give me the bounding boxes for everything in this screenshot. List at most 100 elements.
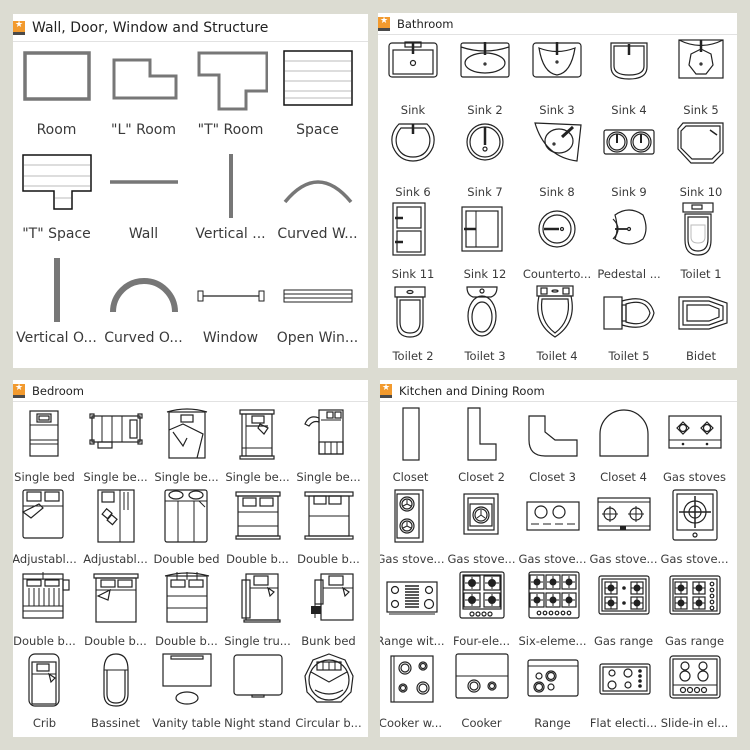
shape-item-flat-electric-range[interactable]: Flat electi... (588, 652, 659, 730)
shape-item-slide-in-electric-range[interactable]: Slide-in el... (659, 652, 730, 730)
shape-label: Single be... (296, 470, 361, 484)
shape-item-open-window[interactable]: Open Win... (274, 256, 361, 346)
shape-item-t-space[interactable]: "T" Space (13, 152, 100, 242)
shape-item-single-trundle-bed[interactable]: Single tru... (222, 570, 293, 648)
shape-label: Adjustabl... (83, 552, 148, 566)
shape-item-bassinet[interactable]: Bassinet (80, 652, 151, 730)
shape-item-sink-2[interactable]: Sink 2 (449, 37, 521, 117)
shape-item-double-bed[interactable]: Double bed (151, 488, 222, 566)
panel-header[interactable]: ★ Bedroom (13, 380, 368, 402)
shape-item-closet-4[interactable]: Closet 4 (588, 406, 659, 484)
shape-item-double-bed-6[interactable]: Double b... (151, 570, 222, 648)
shape-item-sink-12[interactable]: Sink 12 (449, 201, 521, 281)
sink-9-icon (603, 129, 655, 155)
shape-item-toilet-2[interactable]: Toilet 2 (378, 283, 449, 363)
countertop-sink-icon (538, 210, 576, 248)
shape-item-vertical-wall[interactable]: Vertical ... (187, 152, 274, 242)
shape-item-six-element-range[interactable]: Six-eleme... (517, 570, 588, 648)
shape-label: Single tru... (224, 634, 291, 648)
shape-item-gas-range[interactable]: Gas range (588, 570, 659, 648)
shape-item-toilet-1[interactable]: Toilet 1 (665, 201, 737, 281)
cooker-icon (454, 653, 509, 699)
shape-item-sink-5[interactable]: Sink 5 (665, 37, 737, 117)
shape-item-gas-stoves[interactable]: Gas stoves (659, 406, 730, 484)
shape-item-sink-11[interactable]: Sink 11 (378, 201, 449, 281)
closet-2-icon (466, 407, 497, 461)
shape-item-space[interactable]: Space (274, 48, 361, 138)
shape-item-closet-3[interactable]: Closet 3 (517, 406, 588, 484)
panel-header[interactable]: ★ Kitchen and Dining Room (380, 380, 737, 402)
shape-item-gas-stove-2[interactable]: Gas stove... (380, 488, 446, 566)
toilet-4-icon (536, 285, 574, 338)
shape-item-sink-8[interactable]: Sink 8 (521, 119, 593, 199)
shape-label: Sink 10 (679, 185, 723, 199)
shape-item-bunk-bed[interactable]: Bunk bed (293, 570, 364, 648)
shape-item-gas-stove-6[interactable]: Gas stove... (659, 488, 730, 566)
shape-item-single-bed-2[interactable]: Single be... (80, 406, 151, 484)
shape-item-double-bed-5[interactable]: Double b... (80, 570, 151, 648)
shape-item-sink-6[interactable]: Sink 6 (378, 119, 449, 199)
shape-label: Gas stove... (660, 552, 729, 566)
shape-item-sink-7[interactable]: Sink 7 (449, 119, 521, 199)
shape-label: Gas stove... (518, 552, 587, 566)
shape-item-bidet[interactable]: Bidet (665, 283, 737, 363)
shape-item-range[interactable]: Range (517, 652, 588, 730)
shape-item-four-element-range[interactable]: Four-ele... (446, 570, 517, 648)
shape-item-gas-stove-3[interactable]: Gas stove... (446, 488, 517, 566)
shape-item-cooker[interactable]: Cooker (446, 652, 517, 730)
shape-item-crib[interactable]: Crib (13, 652, 80, 730)
shape-item-cooker-with-oven[interactable]: Cooker w... (380, 652, 446, 730)
shape-item-sink-4[interactable]: Sink 4 (593, 37, 665, 117)
library-star-icon: ★ (378, 16, 390, 31)
sink-7-icon (466, 123, 504, 161)
single-bed-2-icon (88, 413, 143, 449)
shape-item-range-with-grill[interactable]: Range wit... (380, 570, 446, 648)
shape-item-curved-wall[interactable]: Curved W... (274, 152, 361, 242)
shape-item-double-bed-3[interactable]: Double b... (293, 488, 364, 566)
shape-item-adjustable-bed[interactable]: Adjustabl... (13, 488, 80, 566)
shape-item-adjustable-bed-2[interactable]: Adjustabl... (80, 488, 151, 566)
shape-item-circular-bed[interactable]: Circular b... (293, 652, 364, 730)
shape-item-toilet-3[interactable]: Toilet 3 (449, 283, 521, 363)
shape-item-closet[interactable]: Closet (380, 406, 446, 484)
shape-label: Toilet 4 (536, 349, 578, 363)
shape-item-night-stand[interactable]: Night stand (222, 652, 293, 730)
shape-item-toilet-5[interactable]: Toilet 5 (593, 283, 665, 363)
shape-item-sink-9[interactable]: Sink 9 (593, 119, 665, 199)
shape-item-gas-range-2[interactable]: Gas range (659, 570, 730, 648)
shape-item-sink-10[interactable]: Sink 10 (665, 119, 737, 199)
panel-header[interactable]: ★ Wall, Door, Window and Structure (13, 14, 368, 42)
shape-item-countertop-sink[interactable]: Counterto... (521, 201, 593, 281)
shape-item-single-bed-3[interactable]: Single be... (151, 406, 222, 484)
shape-item-single-bed[interactable]: Single bed (13, 406, 80, 484)
shape-item-t-room[interactable]: "T" Room (187, 48, 274, 138)
shape-item-double-bed-4[interactable]: Double b... (13, 570, 80, 648)
shape-item-closet-2[interactable]: Closet 2 (446, 406, 517, 484)
shape-label: Double b... (13, 634, 76, 648)
shape-item-wall[interactable]: Wall (100, 152, 187, 242)
single-bed-4-icon (238, 409, 275, 460)
shape-item-curved-opening[interactable]: Curved O... (100, 256, 187, 346)
shape-item-double-bed-2[interactable]: Double b... (222, 488, 293, 566)
shape-label: Sink 4 (611, 103, 647, 117)
shape-item-vanity-table[interactable]: Vanity table (151, 652, 222, 730)
shape-label: Sink 11 (391, 267, 435, 281)
shape-item-single-bed-4[interactable]: Single be... (222, 406, 293, 484)
shape-label: Toilet 3 (464, 349, 506, 363)
shape-item-gas-stove-5[interactable]: Gas stove... (588, 488, 659, 566)
shape-item-room[interactable]: Room (13, 48, 100, 138)
shape-item-l-room[interactable]: "L" Room (100, 48, 187, 138)
shape-item-window[interactable]: Window (187, 256, 274, 346)
shape-item-sink[interactable]: Sink (378, 37, 449, 117)
panel-header[interactable]: ★ Bathroom (378, 13, 737, 35)
shape-item-single-bed-5[interactable]: Single be... (293, 406, 364, 484)
shape-item-pedestal-sink[interactable]: Pedestal ... (593, 201, 665, 281)
shape-item-toilet-4[interactable]: Toilet 4 (521, 283, 593, 363)
shape-item-vertical-opening[interactable]: Vertical O... (13, 256, 100, 346)
library-star-icon: ★ (380, 383, 392, 398)
closet-icon (401, 407, 420, 461)
shape-item-gas-stove-4[interactable]: Gas stove... (517, 488, 588, 566)
shape-item-sink-3[interactable]: Sink 3 (521, 37, 593, 117)
gas-stove-5-icon (596, 497, 651, 531)
shape-label: Four-ele... (453, 634, 510, 648)
